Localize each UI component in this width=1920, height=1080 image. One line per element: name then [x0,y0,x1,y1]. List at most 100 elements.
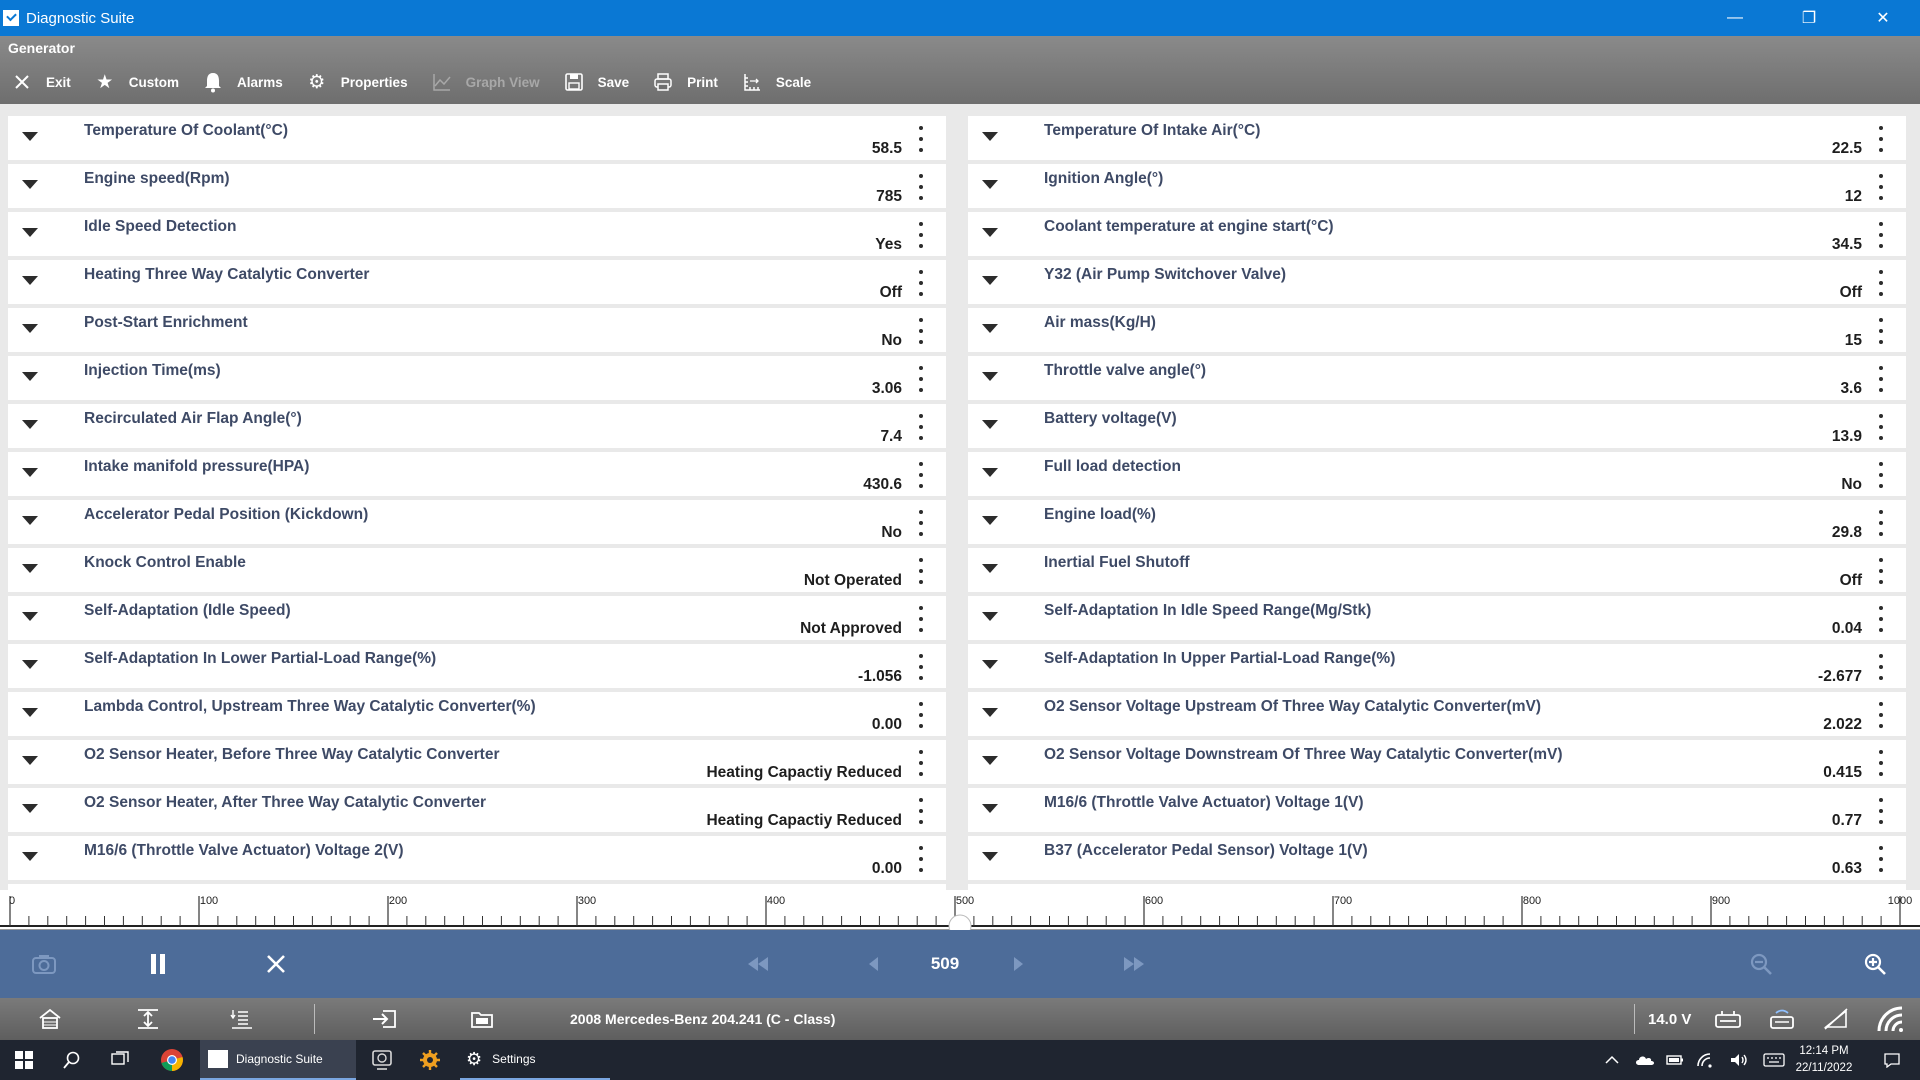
more-options-icon[interactable] [918,654,924,680]
caret-down-icon[interactable] [22,852,38,861]
parameter-row[interactable]: Ignition Angle(°) 12 [968,164,1906,208]
save-button[interactable]: Save [552,60,642,104]
more-options-icon[interactable] [1878,366,1884,392]
parameter-row[interactable]: Temperature Of Coolant(°C) 58.5 [8,116,946,160]
more-options-icon[interactable] [1878,606,1884,632]
alarms-button[interactable]: Alarms [191,60,295,104]
more-options-icon[interactable] [918,318,924,344]
more-options-icon[interactable] [1878,558,1884,584]
caret-down-icon[interactable] [22,324,38,333]
close-button[interactable]: ✕ [1846,0,1920,36]
caret-down-icon[interactable] [982,324,998,333]
more-options-icon[interactable] [1878,318,1884,344]
minimize-button[interactable]: — [1698,0,1772,36]
more-options-icon[interactable] [1878,654,1884,680]
more-options-icon[interactable] [918,126,924,152]
caret-down-icon[interactable] [982,804,998,813]
caret-down-icon[interactable] [982,468,998,477]
exit-button[interactable]: Exit [0,60,83,104]
caret-down-icon[interactable] [22,804,38,813]
parameter-row[interactable]: Self-Adaptation In Idle Speed Range(Mg/S… [968,596,1906,640]
more-options-icon[interactable] [918,270,924,296]
caret-down-icon[interactable] [982,660,998,669]
more-options-icon[interactable] [1878,174,1884,200]
more-options-icon[interactable] [918,174,924,200]
caret-down-icon[interactable] [22,660,38,669]
network-icon[interactable] [1692,1040,1718,1080]
step-forward-icon[interactable] [1004,930,1034,998]
step-back-icon[interactable] [858,930,888,998]
caret-down-icon[interactable] [982,276,998,285]
caret-down-icon[interactable] [22,276,38,285]
import-icon[interactable] [366,998,402,1040]
more-options-icon[interactable] [918,750,924,776]
start-icon[interactable] [4,1040,44,1080]
caret-down-icon[interactable] [22,420,38,429]
expand-all-icon[interactable] [130,998,166,1040]
folder-icon[interactable] [464,998,500,1040]
parameter-row[interactable]: Inertial Fuel Shutoff Off [968,548,1906,592]
custom-button[interactable]: ★ Custom [83,60,191,104]
more-options-icon[interactable] [918,510,924,536]
more-options-icon[interactable] [918,366,924,392]
parameter-row[interactable]: O2 Sensor Heater, Before Three Way Catal… [8,740,946,784]
caret-down-icon[interactable] [982,228,998,237]
parameter-row[interactable]: Idle Speed Detection Yes [8,212,946,256]
task-view-icon[interactable] [100,1040,140,1080]
caret-down-icon[interactable] [982,420,998,429]
more-options-icon[interactable] [918,798,924,824]
volume-icon[interactable] [1726,1040,1752,1080]
caret-down-icon[interactable] [982,756,998,765]
caret-down-icon[interactable] [982,372,998,381]
more-options-icon[interactable] [1878,846,1884,872]
parameter-row[interactable]: Accelerator Pedal Position (Kickdown) No [8,500,946,544]
parameter-row[interactable]: Coolant temperature at engine start(°C) … [968,212,1906,256]
parameter-row[interactable]: Self-Adaptation (Idle Speed) Not Approve… [8,596,946,640]
chrome-icon[interactable] [152,1040,192,1080]
caret-down-icon[interactable] [22,708,38,717]
parameter-row[interactable]: Lambda Control, Upstream Three Way Catal… [8,692,946,736]
parameter-row[interactable]: Full load detection No [968,452,1906,496]
caret-down-icon[interactable] [982,516,998,525]
more-options-icon[interactable] [1878,462,1884,488]
more-options-icon[interactable] [1878,126,1884,152]
parameter-row[interactable]: O2 Sensor Voltage Upstream Of Three Way … [968,692,1906,736]
caret-down-icon[interactable] [22,612,38,621]
device-manager-icon[interactable] [362,1040,402,1080]
battery-tray-icon[interactable] [1662,1040,1688,1080]
caret-down-icon[interactable] [22,516,38,525]
caret-down-icon[interactable] [982,708,998,717]
fast-forward-icon[interactable] [1116,930,1152,998]
caret-down-icon[interactable] [22,372,38,381]
parameter-row[interactable]: Engine load(%) 29.8 [968,500,1906,544]
taskbar-clock[interactable]: 12:14 PM 22/11/2022 [1784,1043,1864,1077]
properties-button[interactable]: ⚙ Properties [295,60,420,104]
caret-down-icon[interactable] [982,180,998,189]
onedrive-icon[interactable] [1632,1040,1658,1080]
parameter-row[interactable]: O2 Sensor Heater, After Three Way Cataly… [8,788,946,832]
home-icon[interactable] [32,998,68,1040]
parameter-row[interactable]: Self-Adaptation In Upper Partial-Load Ra… [968,644,1906,688]
more-options-icon[interactable] [1878,750,1884,776]
parameter-row[interactable]: Battery voltage(V) 13.9 [968,404,1906,448]
update-gear-icon[interactable] [410,1040,450,1080]
parameter-row[interactable]: B37 (Accelerator Pedal Sensor) Voltage 1… [968,836,1906,880]
graph-view-button[interactable]: Graph View [420,60,552,104]
taskbar-settings[interactable]: ⚙ Settings [460,1040,610,1080]
zoom-in-icon[interactable] [1858,930,1892,998]
parameter-row[interactable]: Heating Three Way Catalytic Converter Of… [8,260,946,304]
pause-button[interactable] [140,930,176,998]
parameter-row[interactable]: O2 Sensor Voltage Downstream Of Three Wa… [968,740,1906,784]
caret-down-icon[interactable] [22,228,38,237]
parameter-row[interactable]: M16/6 (Throttle Valve Actuator) Voltage … [968,788,1906,832]
more-options-icon[interactable] [1878,510,1884,536]
more-options-icon[interactable] [918,414,924,440]
parameter-row[interactable]: M16/6 (Throttle Valve Actuator) Voltage … [8,836,946,880]
caret-down-icon[interactable] [982,612,998,621]
parameter-row[interactable]: Knock Control Enable Not Operated [8,548,946,592]
chevron-up-icon[interactable] [1600,1040,1624,1080]
parameter-row[interactable]: Intake manifold pressure(HPA) 430.6 [8,452,946,496]
more-options-icon[interactable] [918,222,924,248]
caret-down-icon[interactable] [22,180,38,189]
zoom-out-icon[interactable] [1744,930,1778,998]
